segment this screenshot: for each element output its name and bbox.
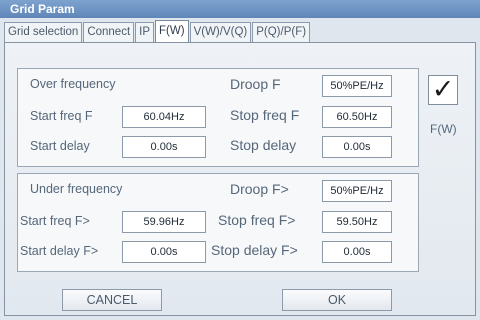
under-start-delay-label: Start delay F>	[20, 244, 99, 258]
tab-fw[interactable]: F(W)	[155, 20, 189, 42]
tab-strip: Grid selection Connect IP F(W) V(W)/V(Q)…	[4, 20, 476, 42]
over-droop-label: Droop F	[230, 76, 281, 92]
fw-settings-panel: Over frequency Droop F 50%PE/Hz Start fr…	[4, 42, 476, 316]
under-start-freq-field[interactable]: 59.96Hz	[122, 211, 206, 233]
tab-grid-selection[interactable]: Grid selection	[4, 22, 83, 42]
under-frequency-group: Under frequency Droop F> 50%PE/Hz Start …	[17, 173, 419, 272]
under-stop-freq-label: Stop freq F>	[218, 212, 296, 228]
over-frequency-title: Over frequency	[30, 77, 116, 91]
over-droop-field[interactable]: 50%PE/Hz	[322, 75, 392, 97]
over-stop-delay-field[interactable]: 0.00s	[322, 136, 392, 158]
tab-pq-pf[interactable]: P(Q)/P(F)	[252, 22, 311, 42]
over-stop-freq-field[interactable]: 60.50Hz	[322, 106, 392, 128]
over-start-freq-label: Start freq F	[30, 109, 93, 123]
fw-enable-label: F(W)	[430, 122, 457, 136]
tab-connect[interactable]: Connect	[83, 22, 135, 42]
tab-vw-vq[interactable]: V(W)/V(Q)	[189, 22, 252, 42]
over-start-delay-label: Start delay	[30, 139, 90, 153]
ok-button[interactable]: OK	[282, 289, 392, 311]
fw-enable-checkbox[interactable]: ✓	[428, 75, 458, 105]
under-droop-field[interactable]: 50%PE/Hz	[322, 180, 392, 202]
tab-ip[interactable]: IP	[135, 22, 155, 42]
over-start-freq-field[interactable]: 60.04Hz	[122, 106, 206, 128]
window-title: Grid Param	[0, 0, 480, 18]
under-start-delay-field[interactable]: 0.00s	[122, 241, 206, 263]
under-stop-delay-label: Stop delay F>	[211, 242, 298, 258]
over-frequency-group: Over frequency Droop F 50%PE/Hz Start fr…	[17, 68, 419, 167]
under-droop-label: Droop F>	[230, 181, 289, 197]
under-stop-delay-field[interactable]: 0.00s	[322, 241, 392, 263]
over-start-delay-field[interactable]: 0.00s	[122, 136, 206, 158]
over-stop-freq-label: Stop freq F	[230, 107, 300, 123]
under-frequency-title: Under frequency	[30, 182, 123, 196]
under-stop-freq-field[interactable]: 59.50Hz	[322, 211, 392, 233]
under-start-freq-label: Start freq F>	[20, 214, 90, 228]
over-stop-delay-label: Stop delay	[230, 137, 297, 153]
cancel-button[interactable]: CANCEL	[62, 289, 162, 311]
